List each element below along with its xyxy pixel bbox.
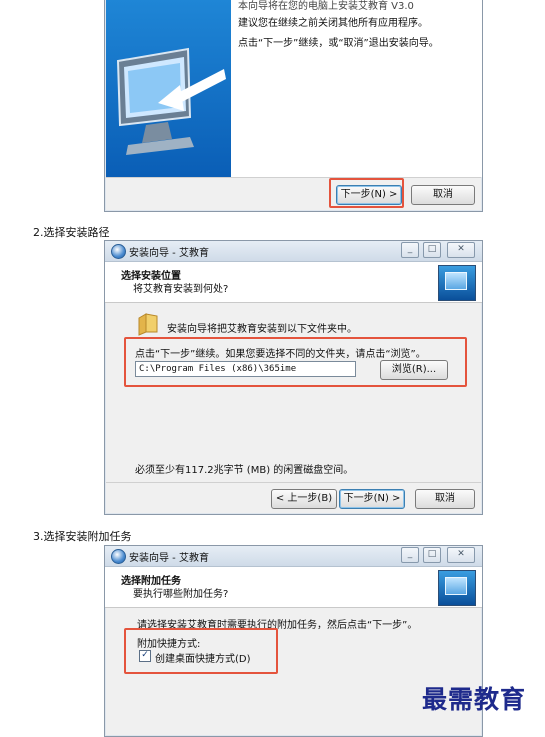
wizard-logo-icon [438,570,476,606]
highlight-path-section [124,337,467,387]
monitor-icon [116,47,226,155]
welcome-dialog: 本向导将在您的电脑上安装艾教育 V3.0 建议您在继续之前关闭其他所有应用程序。… [104,0,483,212]
folder-description: 安装向导将把艾教育安装到以下文件夹中。 [167,324,357,335]
step3-heading: 3.选择安装附加任务 [33,530,132,543]
next-button[interactable]: 下一步(N) > [339,489,405,509]
page-subtitle: 要执行哪些附加任务? [133,589,229,600]
wizard-header: 选择附加任务 要执行哪些附加任务? [105,567,482,608]
cancel-button[interactable]: 取消 [411,185,475,205]
close-button[interactable]: ✕ [447,242,475,258]
watermark-text: 最需教育 [422,685,527,714]
wizard-header: 选择安装位置 将艾教育安装到何处? [105,262,482,303]
welcome-divider [106,177,481,178]
setup-app-icon [111,244,126,259]
wizard-logo-icon [438,265,476,301]
folder-icon [138,313,158,336]
cancel-button[interactable]: 取消 [415,489,475,509]
maximize-button[interactable]: □ [423,547,441,563]
step2-heading: 2.选择安装路径 [33,226,110,239]
minimize-button[interactable]: _ [401,547,419,563]
welcome-side-panel [106,0,231,177]
title-bar: 安装向导 - 艾教育 _ □ ✕ [105,241,482,262]
welcome-close-apps-text: 建议您在继续之前关闭其他所有应用程序。 [238,18,428,29]
welcome-next-instruction: 点击“下一步”继续，或“取消”退出安装向导。 [238,38,439,49]
title-bar: 安装向导 - 艾教育 _ □ ✕ [105,546,482,567]
window-title: 安装向导 - 艾教育 [129,553,209,564]
welcome-intro-text: 本向导将在您的电脑上安装艾教育 V3.0 [238,1,414,12]
back-button[interactable]: < 上一步(B) [271,489,337,509]
minimize-button[interactable]: _ [401,242,419,258]
close-button[interactable]: ✕ [447,547,475,563]
maximize-button[interactable]: □ [423,242,441,258]
setup-app-icon [111,549,126,564]
footer-divider [106,482,481,483]
highlight-next-button [329,178,404,208]
highlight-shortcut-section [124,628,278,674]
disk-space-note: 必须至少有117.2兆字节 (MB) 的闲置磁盘空间。 [135,465,354,476]
page-subtitle: 将艾教育安装到何处? [133,284,229,295]
window-title: 安装向导 - 艾教育 [129,248,209,259]
